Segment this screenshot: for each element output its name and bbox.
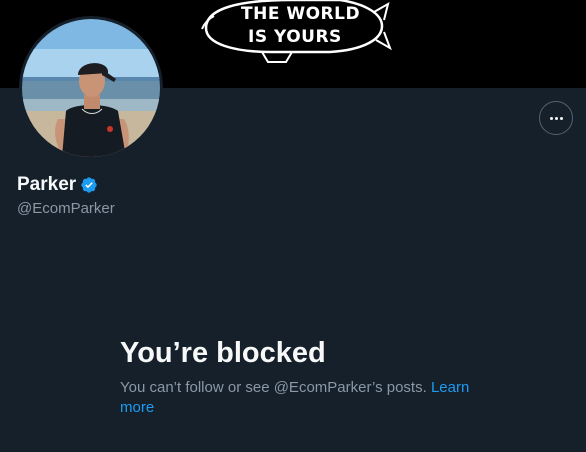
avatar-photo: [22, 19, 160, 157]
profile-handle: @EcomParker: [17, 200, 115, 217]
blocked-notice: You’re blocked You can’t follow or see @…: [120, 335, 490, 418]
banner-text-line2: IS YOURS: [248, 27, 342, 47]
profile-page: THE WORLD IS YOURS Parker @EcomParker Yo…: [0, 0, 586, 452]
verified-badge-icon[interactable]: [80, 176, 98, 194]
avatar[interactable]: [19, 16, 163, 160]
more-options-icon: [549, 116, 563, 120]
profile-name-row: Parker: [17, 173, 98, 197]
more-options-button[interactable]: [539, 101, 573, 135]
blocked-description-block: You can’t follow or see @EcomParker’s po…: [120, 378, 490, 418]
blocked-title: You’re blocked: [120, 337, 326, 369]
blocked-description: You can’t follow or see @EcomParker’s po…: [120, 379, 427, 396]
banner-text-line1: THE WORLD: [241, 4, 360, 24]
display-name: Parker: [17, 174, 77, 195]
